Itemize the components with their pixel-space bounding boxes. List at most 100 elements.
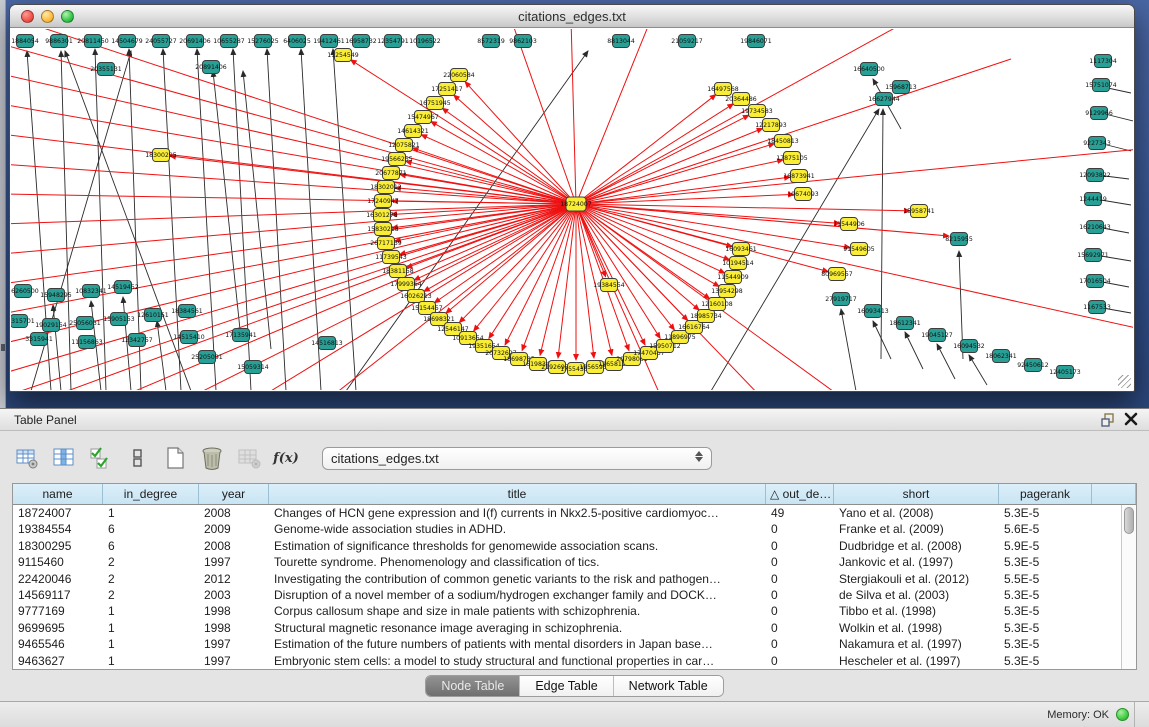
cell-year[interactable]: 2009: [199, 521, 269, 537]
cell-year[interactable]: 2008: [199, 538, 269, 554]
cell-in_degree[interactable]: 2: [103, 587, 199, 603]
graph-node[interactable]: 12405173: [1049, 366, 1081, 379]
table-row[interactable]: 1456911722003Disruption of a novel membe…: [13, 587, 1121, 603]
graph-node[interactable]: 15692971: [1077, 249, 1109, 262]
graph-node[interactable]: 13954298: [711, 285, 743, 298]
graph-node[interactable]: 17875105: [776, 152, 808, 165]
graph-node[interactable]: 9862103: [509, 35, 537, 48]
graph-edge-selected[interactable]: [446, 204, 576, 313]
cell-short[interactable]: Hescheler et al. (1997): [834, 653, 999, 669]
graph-edge-selected[interactable]: [421, 135, 576, 204]
function-builder-icon[interactable]: f(x): [273, 445, 299, 471]
panel-collapse-handle[interactable]: [1, 344, 5, 351]
graph-edge-selected[interactable]: [576, 204, 629, 351]
graph-node[interactable]: 17135941: [225, 329, 257, 342]
graph-node[interactable]: 15905153: [103, 313, 135, 326]
window-titlebar[interactable]: citations_edges.txt: [10, 5, 1134, 28]
graph-node[interactable]: 22060584: [443, 69, 475, 82]
cell-out_degree[interactable]: 0: [766, 554, 834, 570]
graph-node[interactable]: 19846071: [740, 35, 772, 48]
graph-node[interactable]: 11254549: [327, 49, 359, 62]
graph-node[interactable]: 1167533: [1083, 301, 1111, 314]
close-panel-icon[interactable]: [1123, 411, 1139, 427]
vertical-scrollbar[interactable]: [1121, 505, 1136, 669]
cell-short[interactable]: Jankovic et al. (1997): [834, 554, 999, 570]
graph-node[interactable]: 8572319: [477, 35, 505, 48]
graph-node[interactable]: 16093413: [857, 305, 889, 318]
graph-node[interactable]: 9129966: [1085, 107, 1113, 120]
float-panel-icon[interactable]: [1101, 412, 1117, 428]
cell-name[interactable]: 18300295: [13, 538, 103, 554]
cell-in_degree[interactable]: 1: [103, 653, 199, 669]
graph-edge-directed[interactable]: [841, 309, 856, 390]
column-header-pagerank[interactable]: pagerank: [999, 484, 1092, 504]
graph-node[interactable]: 92450612: [1017, 359, 1049, 372]
cell-in_degree[interactable]: 1: [103, 603, 199, 619]
graph-node[interactable]: 8215955: [945, 233, 973, 246]
cell-short[interactable]: Tibbo et al. (1998): [834, 603, 999, 619]
graph-node[interactable]: 19045127: [921, 329, 953, 342]
cell-pagerank[interactable]: 5.6E-5: [999, 521, 1092, 537]
cell-title[interactable]: Investigating the contribution of common…: [269, 571, 766, 587]
cell-year[interactable]: 2003: [199, 587, 269, 603]
graph-edge-selected[interactable]: [413, 148, 576, 204]
cell-year[interactable]: 1998: [199, 603, 269, 619]
delete-table-icon[interactable]: [199, 445, 225, 471]
graph-node[interactable]: 16627944: [868, 93, 900, 106]
table-selector[interactable]: citations_edges.txt: [322, 447, 712, 470]
graph-node[interactable]: 20355131: [90, 63, 122, 76]
graph-edge-directed[interactable]: [881, 109, 883, 359]
graph-node[interactable]: 27919717: [825, 293, 857, 306]
cell-short[interactable]: Dudbridge et al. (2008): [834, 538, 999, 554]
graph-node[interactable]: 25056031: [69, 317, 101, 330]
cell-short[interactable]: Stergiakouli et al. (2012): [834, 571, 999, 587]
row-height-icon[interactable]: [125, 445, 151, 471]
cell-pagerank[interactable]: 5.9E-5: [999, 538, 1092, 554]
table-settings-icon[interactable]: [14, 445, 40, 471]
graph-node[interactable]: 19734583: [741, 105, 773, 118]
graph-node[interactable]: 16210643: [1079, 221, 1111, 234]
cell-name[interactable]: 9115460: [13, 554, 103, 570]
graph-node[interactable]: 25205091: [191, 351, 223, 364]
cell-in_degree[interactable]: 1: [103, 505, 199, 521]
select-columns-icon[interactable]: [88, 445, 114, 471]
graph-node[interactable]: 24055727: [145, 35, 177, 48]
cell-title[interactable]: Corpus callosum shape and size in male p…: [269, 603, 766, 619]
graph-edge-selected[interactable]: [576, 204, 949, 236]
graph-node[interactable]: 10655287: [213, 35, 245, 48]
scrollbar-thumb[interactable]: [1124, 507, 1134, 534]
graph-node[interactable]: 16873941: [783, 170, 815, 183]
graph-edge-selected[interactable]: [459, 204, 576, 323]
cell-in_degree[interactable]: 2: [103, 554, 199, 570]
cell-short[interactable]: Franke et al. (2009): [834, 521, 999, 537]
cell-in_degree[interactable]: 6: [103, 538, 199, 554]
cell-pagerank[interactable]: 5.3E-5: [999, 587, 1092, 603]
column-header-title[interactable]: title: [269, 484, 766, 504]
cell-title[interactable]: Genome-wide association studies in ADHD.: [269, 521, 766, 537]
graph-node[interactable]: 10194514: [722, 257, 754, 270]
cell-title[interactable]: Changes of HCN gene expression and I(f) …: [269, 505, 766, 521]
graph-edge-directed[interactable]: [53, 305, 61, 390]
graph-edge-selected[interactable]: [576, 204, 660, 338]
table-row[interactable]: 911546021997Tourette syndrome. Phenomeno…: [13, 554, 1121, 570]
cell-name[interactable]: 9463627: [13, 653, 103, 669]
column-header-short[interactable]: short: [834, 484, 999, 504]
graph-edge-selected[interactable]: [454, 95, 576, 204]
graph-node[interactable]: 17999364: [390, 278, 422, 291]
tab-network-table[interactable]: Network Table: [614, 676, 723, 696]
cell-pagerank[interactable]: 5.3E-5: [999, 603, 1092, 619]
graph-node[interactable]: 12075821: [388, 139, 420, 152]
cell-short[interactable]: Wolkin et al. (1998): [834, 620, 999, 636]
column-header-in_degree[interactable]: in_degree: [103, 484, 199, 504]
graph-node[interactable]: 18612341: [889, 317, 921, 330]
cell-in_degree[interactable]: 1: [103, 620, 199, 636]
memory-status-indicator[interactable]: [1116, 708, 1129, 721]
graph-node[interactable]: 18062341: [985, 350, 1017, 363]
graph-node[interactable]: 14504679: [111, 35, 143, 48]
graph-node[interactable]: 20691406: [179, 35, 211, 48]
tab-edge-table[interactable]: Edge Table: [520, 676, 613, 696]
table-row[interactable]: 2242004622012Investigating the contribut…: [13, 571, 1121, 587]
cell-out_degree[interactable]: 0: [766, 571, 834, 587]
graph-node[interactable]: 11315701: [11, 315, 35, 328]
graph-node[interactable]: 10832341: [75, 285, 107, 298]
